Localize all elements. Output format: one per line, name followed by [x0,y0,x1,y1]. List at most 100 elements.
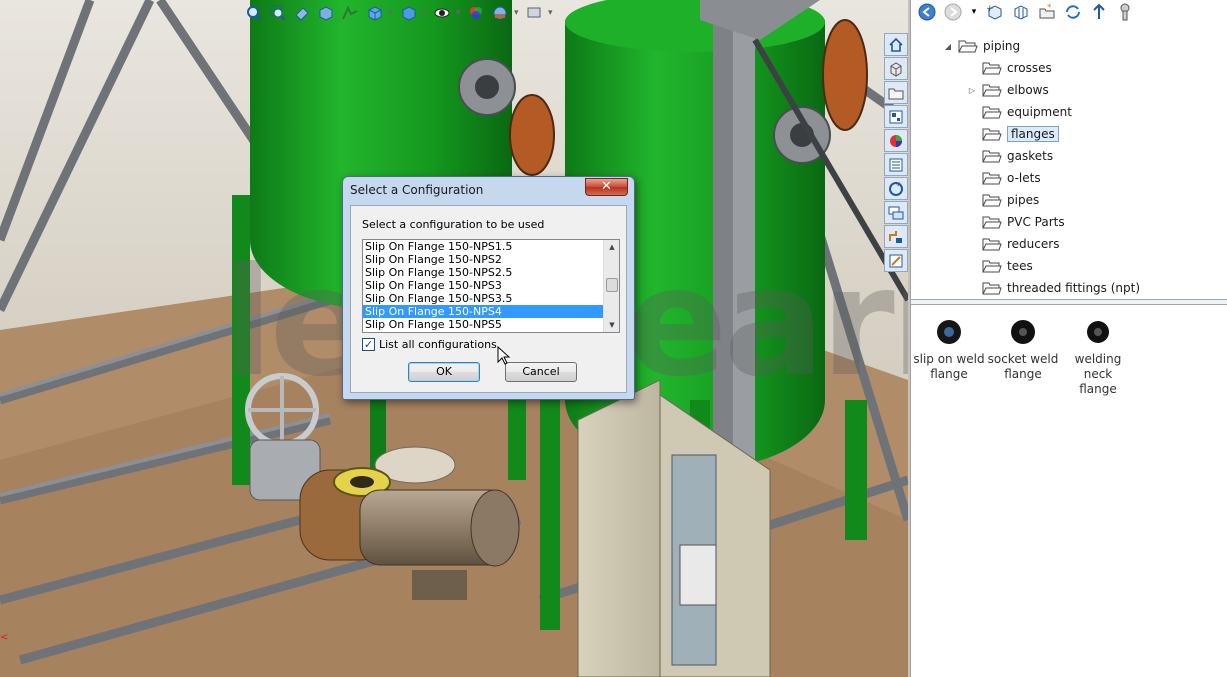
design-library-toolbar: ▾ + * [911,0,1227,24]
tree-folder-equipment[interactable]: equipment [967,102,1072,122]
routing-library-icon[interactable] [884,225,908,248]
configuration-item[interactable]: Slip On Flange 150-NPS3 [363,279,619,292]
tree-folder-label-selected: flanges [1007,126,1059,142]
tree-folder-label: o-lets [1007,171,1041,185]
svg-text:<: < [0,632,8,643]
tree-folder-label: elbows [1007,83,1049,97]
view-settings-icon[interactable] [524,3,544,23]
zoom-area-icon[interactable] [268,3,288,23]
toolbox-icon[interactable] [884,249,908,272]
folder-icon [982,260,1002,273]
back-icon[interactable] [917,2,937,22]
tree-folder-pvc-parts[interactable]: PVC Parts [967,212,1065,232]
previous-view-icon[interactable] [292,3,312,23]
close-button[interactable]: ✕ [585,178,628,196]
configuration-item[interactable]: Slip On Flange 150-NPS1.5 [363,240,619,253]
configuration-list[interactable]: Slip On Flange 150-NPS1.5 Slip On Flange… [362,239,620,333]
tree-folder-piping[interactable]: ◢ piping [943,36,1020,56]
forward-icon[interactable] [943,2,963,22]
dynamic-annotation-icon[interactable] [340,3,360,23]
tree-folder-threaded-fittings[interactable]: threaded fittings (npt) [967,278,1140,298]
select-configuration-dialog: Select a Configuration ✕ Select a config… [342,176,635,400]
solidworks-forum-icon[interactable] [884,201,908,224]
view-palette-icon[interactable] [884,105,908,128]
file-explorer-icon[interactable] [884,81,908,104]
folder-open-icon [958,40,978,53]
configuration-item[interactable]: Slip On Flange 150-NPS2.5 [363,266,619,279]
list-scrollbar[interactable]: ▲ ▼ [603,240,619,332]
list-all-checkbox[interactable]: ✓ [362,338,375,351]
svg-text:+: + [986,4,994,14]
dialog-body: Select a configuration to be used Slip O… [350,205,627,393]
tree-folder-label: gaskets [1007,149,1054,163]
pane-splitter[interactable] [911,299,1227,305]
library-item-welding-neck-flange[interactable]: welding neck flange [1060,318,1136,397]
home-icon[interactable] [884,33,908,56]
library-item-slip-on-weld-flange[interactable]: slip on weld flange [911,318,987,382]
hide-show-icon[interactable] [432,3,452,23]
tree-folder-label: pipes [1007,193,1040,207]
zoom-to-fit-icon[interactable] [244,3,264,23]
tree-folder-o-lets[interactable]: o-lets [967,168,1041,188]
list-all-configurations-row[interactable]: ✓ List all configurations [362,338,497,351]
dropdown-arrow-icon[interactable]: ▾ [548,3,554,23]
toolbox-icon[interactable] [1115,2,1135,22]
display-style-icon[interactable] [398,3,418,23]
configuration-item[interactable]: Slip On Flange 150-NPS5 [363,318,619,331]
appearances-icon[interactable] [884,129,908,152]
add-file-location-icon[interactable] [1011,2,1031,22]
cancel-button[interactable]: Cancel [505,362,577,382]
tree-folder-gaskets[interactable]: gaskets [967,146,1053,166]
folder-icon [982,282,1002,295]
configuration-item-selected[interactable]: Slip On Flange 150-NPS4 [363,305,619,318]
configuration-item[interactable]: Slip On Flange 150-NPS2 [363,253,619,266]
view-orientation-icon[interactable] [364,3,384,23]
dropdown-arrow-icon[interactable]: ▾ [388,3,394,23]
folder-icon [982,172,1002,185]
socket-weld-flange-thumbnail-icon [1011,320,1035,344]
tree-folder-reducers[interactable]: reducers [967,234,1059,254]
tree-folder-label: reducers [1007,237,1060,251]
dialog-title: Select a Configuration [350,183,484,197]
scrollbar-thumb[interactable] [606,278,618,292]
tree-folder-pipes[interactable]: pipes [967,190,1039,210]
folder-icon [982,150,1002,163]
dropdown-arrow-icon[interactable]: ▾ [514,3,520,23]
expand-arrow-icon[interactable]: ▷ [967,86,977,95]
tree-folder-label: tees [1007,259,1033,273]
section-view-icon[interactable] [316,3,336,23]
refresh-icon[interactable] [1063,2,1083,22]
library-item-socket-weld-flange[interactable]: socket weld flange [985,318,1061,382]
folder-icon [982,216,1002,229]
edit-appearance-icon[interactable] [466,3,486,23]
tree-folder-elbows[interactable]: ▷ elbows [967,80,1049,100]
history-dropdown-icon[interactable]: ▾ [969,2,979,22]
document-recovery-icon[interactable] [884,177,908,200]
design-library-pane: ▾ + * ◢ piping crosses ▷ elbows equipmen… [910,0,1227,677]
dialog-prompt: Select a configuration to be used [362,218,545,231]
up-one-level-icon[interactable] [1089,2,1109,22]
custom-properties-icon[interactable] [884,153,908,176]
apply-scene-icon[interactable] [490,3,510,23]
scroll-up-icon[interactable]: ▲ [604,240,619,254]
dropdown-arrow-icon[interactable]: ▾ [422,3,428,23]
ok-button[interactable]: OK [408,362,480,382]
configuration-item[interactable]: Slip On Flange 150-NPS3.5 [363,292,619,305]
folder-icon [982,128,1002,141]
create-new-folder-icon[interactable]: * [1037,2,1057,22]
folder-icon [982,194,1002,207]
svg-text:*: * [1047,3,1052,13]
tree-folder-flanges[interactable]: flanges [967,124,1059,144]
task-pane-tabs [882,33,910,278]
add-to-library-icon[interactable]: + [985,2,1005,22]
tree-folder-crosses[interactable]: crosses [967,58,1052,78]
folder-icon [982,106,1002,119]
dropdown-arrow-icon[interactable]: ▾ [456,3,462,23]
scroll-down-icon[interactable]: ▼ [604,318,619,332]
collapse-arrow-icon[interactable]: ◢ [943,42,953,51]
folder-icon [982,84,1002,97]
tree-folder-tees[interactable]: tees [967,256,1033,276]
design-library-icon[interactable] [884,57,908,80]
folder-icon [982,238,1002,251]
tree-folder-label: equipment [1007,105,1072,119]
